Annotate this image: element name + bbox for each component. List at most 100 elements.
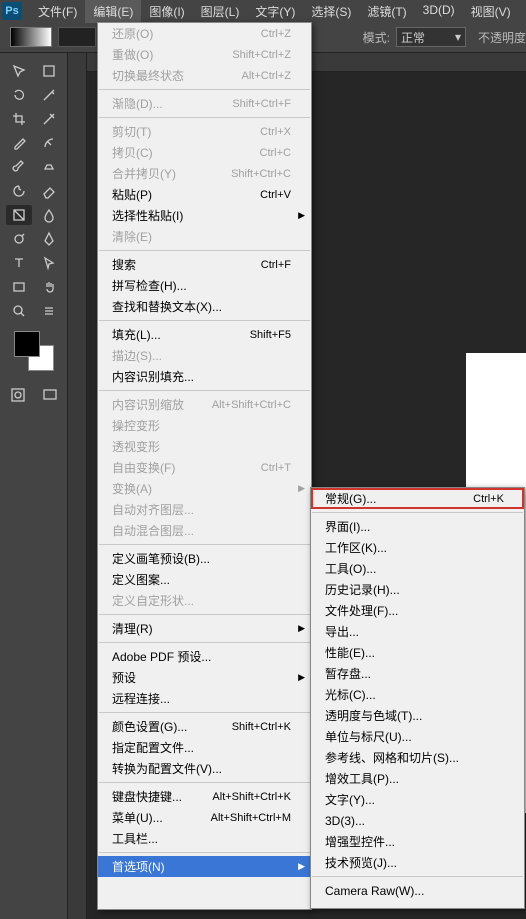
lasso-tool[interactable]	[6, 85, 32, 105]
prefs-menu-item-20[interactable]: Camera Raw(W)...	[311, 880, 524, 901]
edit-menu-item-47[interactable]: 首选项(N)▶	[98, 856, 311, 877]
edit-menu-item-39[interactable]: 颜色设置(G)...Shift+Ctrl+K	[98, 716, 311, 737]
edit-menu-item-19[interactable]: 内容识别填充...	[98, 366, 311, 387]
prefs-menu-item-label: 3D(3)...	[325, 814, 504, 828]
edit-menu-item-43[interactable]: 键盘快捷键...Alt+Shift+Ctrl+K	[98, 786, 311, 807]
edit-menu-item-label: 预设	[112, 669, 291, 686]
pen-tool[interactable]	[36, 229, 62, 249]
edit-menu-item-label: 定义图案...	[112, 571, 291, 588]
opacity-label: 不透明度	[478, 29, 526, 46]
prefs-menu-item-2[interactable]: 界面(I)...	[311, 516, 524, 537]
edit-menu-item-36[interactable]: 预设▶	[98, 667, 311, 688]
brush-tool[interactable]	[6, 157, 32, 177]
edit-menu-item-37[interactable]: 远程连接...	[98, 688, 311, 709]
prefs-menu-item-8[interactable]: 性能(E)...	[311, 642, 524, 663]
history-brush-tool[interactable]	[6, 181, 32, 201]
gradient-tool[interactable]	[6, 205, 32, 225]
slice-tool[interactable]	[36, 109, 62, 129]
edit-menu-item-33[interactable]: 清理(R)▶	[98, 618, 311, 639]
gradient-preview[interactable]	[10, 27, 52, 47]
edit-toolbar[interactable]	[36, 301, 62, 321]
healing-brush-tool[interactable]	[36, 133, 62, 153]
move-tool[interactable]	[6, 61, 32, 81]
blend-mode-combo[interactable]: 正常▾	[396, 27, 466, 47]
prefs-menu-item-label: 性能(E)...	[325, 644, 504, 661]
edit-menu-item-15[interactable]: 查找和替换文本(X)...	[98, 296, 311, 317]
edit-menu-item-label: 填充(L)...	[112, 326, 240, 343]
crop-tool[interactable]	[6, 109, 32, 129]
prefs-menu-item-18[interactable]: 技术预览(J)...	[311, 852, 524, 873]
edit-menu-item-13[interactable]: 搜索Ctrl+F	[98, 254, 311, 275]
submenu-arrow-icon: ▶	[298, 210, 305, 221]
marquee-tool[interactable]	[36, 61, 62, 81]
prefs-menu-item-10[interactable]: 光标(C)...	[311, 684, 524, 705]
edit-menu-item-14[interactable]: 拼写检查(H)...	[98, 275, 311, 296]
edit-menu-separator	[99, 642, 310, 643]
edit-menu-item-10[interactable]: 选择性粘贴(I)▶	[98, 205, 311, 226]
tools-panel	[0, 53, 68, 919]
edit-menu-separator	[99, 390, 310, 391]
magic-wand-tool[interactable]	[36, 85, 62, 105]
edit-menu-item-9[interactable]: 粘贴(P)Ctrl+V	[98, 184, 311, 205]
foreground-color-swatch[interactable]	[14, 331, 40, 357]
edit-menu-item-shortcut: Shift+Ctrl+F	[232, 98, 291, 110]
edit-menu-item-41[interactable]: 转换为配置文件(V)...	[98, 758, 311, 779]
prefs-menu-item-13[interactable]: 参考线、网格和切片(S)...	[311, 747, 524, 768]
menubar-item-1[interactable]: 编辑(E)	[85, 0, 141, 23]
prefs-menu-item-9[interactable]: 暂存盘...	[311, 663, 524, 684]
eyedropper-tool[interactable]	[6, 133, 32, 153]
dodge-tool[interactable]	[6, 229, 32, 249]
eraser-tool[interactable]	[36, 181, 62, 201]
prefs-menu-item-14[interactable]: 增效工具(P)...	[311, 768, 524, 789]
edit-menu-item-label: 查找和替换文本(X)...	[112, 298, 291, 315]
edit-menu-item-44[interactable]: 菜单(U)...Alt+Shift+Ctrl+M	[98, 807, 311, 828]
menubar-item-0[interactable]: 文件(F)	[30, 0, 85, 23]
prefs-menu-item-5[interactable]: 历史记录(H)...	[311, 579, 524, 600]
edit-menu-item-label: 自由变换(F)	[112, 459, 251, 476]
edit-menu-item-30[interactable]: 定义图案...	[98, 569, 311, 590]
edit-menu-item-35[interactable]: Adobe PDF 预设...	[98, 646, 311, 667]
edit-menu-item-29[interactable]: 定义画笔预设(B)...	[98, 548, 311, 569]
gradient-type-selector[interactable]	[58, 27, 96, 47]
path-select-tool[interactable]	[36, 253, 62, 273]
edit-menu-item-17[interactable]: 填充(L)...Shift+F5	[98, 324, 311, 345]
quick-mask-toggle[interactable]	[5, 385, 31, 405]
color-swatches[interactable]	[14, 331, 54, 371]
app-logo[interactable]: Ps	[2, 2, 22, 20]
type-tool[interactable]	[6, 253, 32, 273]
prefs-menu-item-15[interactable]: 文字(Y)...	[311, 789, 524, 810]
prefs-menu-item-11[interactable]: 透明度与色域(T)...	[311, 705, 524, 726]
prefs-menu-item-0[interactable]: 常规(G)...Ctrl+K	[311, 488, 524, 509]
edit-menu-item-label: 清除(E)	[112, 228, 291, 245]
prefs-menu-item-17[interactable]: 增强型控件...	[311, 831, 524, 852]
submenu-arrow-icon: ▶	[298, 483, 305, 494]
edit-menu-item-40[interactable]: 指定配置文件...	[98, 737, 311, 758]
menubar-item-2[interactable]: 图像(I)	[141, 0, 192, 23]
prefs-menu-item-6[interactable]: 文件处理(F)...	[311, 600, 524, 621]
menubar-item-8[interactable]: 视图(V)	[463, 0, 519, 23]
menubar-item-5[interactable]: 选择(S)	[303, 0, 359, 23]
edit-menu-item-label: 键盘快捷键...	[112, 788, 202, 805]
screen-mode-toggle[interactable]	[37, 385, 63, 405]
menubar: Ps 文件(F)编辑(E)图像(I)图层(L)文字(Y)选择(S)滤镜(T)3D…	[0, 0, 526, 22]
blur-tool[interactable]	[36, 205, 62, 225]
prefs-menu-item-7[interactable]: 导出...	[311, 621, 524, 642]
clone-stamp-tool[interactable]	[36, 157, 62, 177]
edit-menu-item-27: 自动混合图层...	[98, 520, 311, 541]
edit-menu-dropdown: 还原(O)Ctrl+Z重做(O)Shift+Ctrl+Z切换最终状态Alt+Ct…	[97, 22, 312, 910]
edit-menu-item-label: 内容识别填充...	[112, 368, 291, 385]
menubar-item-3[interactable]: 图层(L)	[193, 0, 248, 23]
menubar-item-6[interactable]: 滤镜(T)	[359, 0, 414, 23]
prefs-menu-item-3[interactable]: 工作区(K)...	[311, 537, 524, 558]
shape-tool[interactable]	[6, 277, 32, 297]
menubar-item-7[interactable]: 3D(D)	[415, 0, 463, 23]
zoom-tool[interactable]	[6, 301, 32, 321]
edit-menu-separator	[99, 852, 310, 853]
prefs-menu-item-12[interactable]: 单位与标尺(U)...	[311, 726, 524, 747]
edit-menu-item-45[interactable]: 工具栏...	[98, 828, 311, 849]
hand-tool[interactable]	[36, 277, 62, 297]
menubar-item-4[interactable]: 文字(Y)	[247, 0, 303, 23]
prefs-menu-item-label: Camera Raw(W)...	[325, 884, 504, 898]
prefs-menu-item-4[interactable]: 工具(O)...	[311, 558, 524, 579]
prefs-menu-item-16[interactable]: 3D(3)...	[311, 810, 524, 831]
